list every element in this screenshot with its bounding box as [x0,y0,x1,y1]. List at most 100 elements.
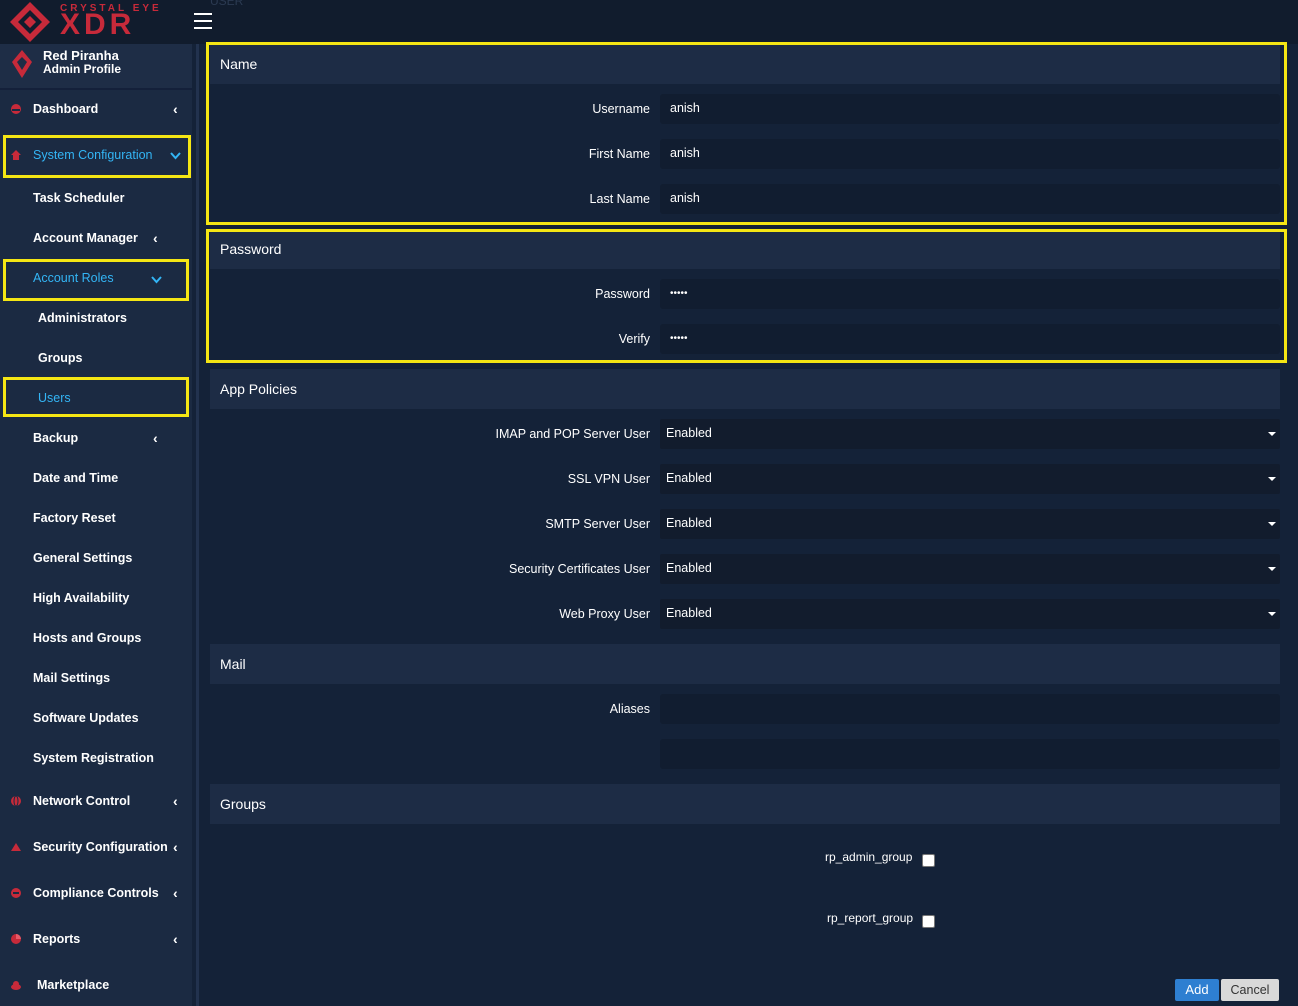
imap-pop-select[interactable]: Enabled [660,419,1280,449]
cloud-icon [11,981,21,990]
caret-down-icon [1268,612,1276,616]
sidebar-item-security-configuration[interactable]: Security Configuration ‹ [0,828,192,868]
sidebar-divider [196,44,199,1006]
sidebar-item-label: Date and Time [33,471,119,485]
profile-name: Red Piranha [43,48,119,63]
compliance-icon [11,888,21,898]
sidebar-item-high-availability[interactable]: High Availability [0,579,192,619]
sidebar: Red Piranha Admin Profile Dashboard ‹ Sy… [0,44,192,1006]
sidebar-item-label: Factory Reset [33,511,116,525]
sidebar-item-label: High Availability [33,591,130,605]
sidebar-item-account-manager[interactable]: Account Manager ‹ [0,219,192,259]
menu-toggle-icon[interactable] [194,13,212,29]
select-value: Enabled [666,516,712,530]
avatar [12,50,32,78]
user-profile[interactable]: Red Piranha Admin Profile [0,44,192,90]
policy-label-security-certificates: Security Certificates User [508,562,650,576]
sidebar-item-label: Marketplace [37,978,110,992]
caret-down-icon [1268,432,1276,436]
sidebar-item-hosts-and-groups[interactable]: Hosts and Groups [0,619,192,659]
select-value: Enabled [666,426,712,440]
breadcrumb: USER [210,0,244,8]
highlight-system-configuration [3,135,191,178]
rp-report-group-checkbox[interactable] [922,915,935,928]
sidebar-item-label: Hosts and Groups [33,631,142,645]
sidebar-item-label: Account Manager [33,231,138,245]
sidebar-item-compliance-controls[interactable]: Compliance Controls ‹ [0,874,192,914]
sidebar-item-label: Task Scheduler [33,191,125,205]
warning-icon [11,843,21,851]
sidebar-item-label: System Registration [33,751,154,765]
sidebar-item-backup[interactable]: Backup ‹ [0,419,192,459]
policy-label-web-proxy: Web Proxy User [559,607,650,621]
pie-chart-icon [11,934,21,944]
sidebar-item-label: Mail Settings [33,671,111,685]
chevron-left-icon: ‹ [173,885,178,901]
sidebar-item-label: Software Updates [33,711,139,725]
chevron-left-icon: ‹ [173,793,178,809]
sidebar-item-reports[interactable]: Reports ‹ [0,920,192,960]
globe-icon [11,795,21,807]
chevron-left-icon: ‹ [173,839,178,855]
sidebar-item-system-registration[interactable]: System Registration [0,739,192,779]
sidebar-item-dashboard[interactable]: Dashboard ‹ [0,90,192,130]
section-groups-header: Groups [210,784,1280,824]
sidebar-item-marketplace[interactable]: Marketplace [0,966,192,1006]
security-certificates-select[interactable]: Enabled [660,554,1280,584]
section-app-policies-header: App Policies [210,369,1280,409]
sidebar-item-label: Network Control [33,794,131,808]
sidebar-item-groups[interactable]: Groups [0,339,192,379]
sidebar-item-factory-reset[interactable]: Factory Reset [0,499,192,539]
rp-admin-group-checkbox[interactable] [922,854,935,867]
sidebar-item-label: Administrators [38,311,127,325]
chevron-left-icon: ‹ [153,230,158,246]
select-value: Enabled [666,471,712,485]
select-value: Enabled [666,606,712,620]
dashboard-icon [11,104,21,114]
logo-title: XDR [60,8,136,41]
crystal-eye-logo: CRYSTAL EYE XDR [8,0,168,44]
top-bar: CRYSTAL EYE XDR USER [0,0,1298,44]
highlight-name-section [206,42,1287,225]
policy-label-ssl-vpn: SSL VPN User [567,472,650,486]
sidebar-item-general-settings[interactable]: General Settings [0,539,192,579]
sidebar-item-task-scheduler[interactable]: Task Scheduler [0,179,192,219]
sidebar-item-label: Groups [38,351,83,365]
caret-down-icon [1268,522,1276,526]
alias-field-1[interactable] [660,694,1280,724]
profile-role: Admin Profile [43,62,122,76]
sidebar-item-mail-settings[interactable]: Mail Settings [0,659,192,699]
sidebar-item-network-control[interactable]: Network Control ‹ [0,782,192,822]
chevron-left-icon: ‹ [153,430,158,446]
chevron-left-icon: ‹ [173,931,178,947]
aliases-label: Aliases [609,702,650,716]
logo-diamond-icon [10,2,50,42]
caret-down-icon [1268,567,1276,571]
sidebar-item-administrators[interactable]: Administrators [0,299,192,339]
smtp-select[interactable]: Enabled [660,509,1280,539]
group-label-admin: rp_admin_group [825,850,913,864]
highlight-users [3,377,189,417]
alias-field-2[interactable] [660,739,1280,769]
caret-down-icon [1268,477,1276,481]
highlight-password-section [206,229,1287,363]
sidebar-item-label: Compliance Controls [33,886,159,900]
group-label-report: rp_report_group [827,911,914,925]
sidebar-item-date-and-time[interactable]: Date and Time [0,459,192,499]
sidebar-item-software-updates[interactable]: Software Updates [0,699,192,739]
sidebar-item-label: Dashboard [33,102,99,116]
section-title: Mail [220,656,246,672]
ssl-vpn-select[interactable]: Enabled [660,464,1280,494]
add-button[interactable]: Add [1175,979,1219,1001]
web-proxy-select[interactable]: Enabled [660,599,1280,629]
policy-label-smtp: SMTP Server User [545,517,650,531]
sidebar-item-label: General Settings [33,551,133,565]
select-value: Enabled [666,561,712,575]
chevron-left-icon: ‹ [173,101,178,117]
cancel-button[interactable]: Cancel [1221,979,1279,1001]
section-title: App Policies [220,381,298,397]
sidebar-item-label: Security Configuration [33,840,168,854]
policy-label-imap: IMAP and POP Server User [495,427,650,441]
highlight-account-roles [3,259,189,301]
sidebar-item-label: Reports [33,932,81,946]
